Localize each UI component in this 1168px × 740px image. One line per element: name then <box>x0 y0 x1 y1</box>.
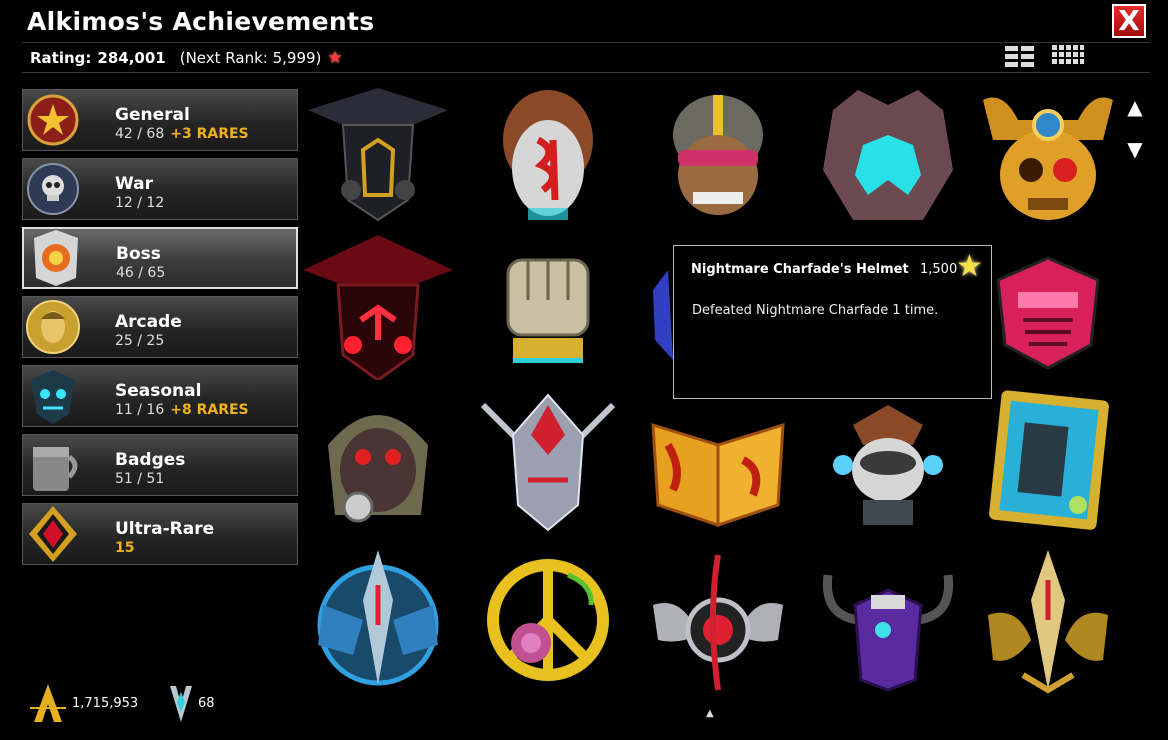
golden-peace-rose-icon <box>487 559 609 681</box>
rating-divider <box>22 72 1150 73</box>
arcade-category-icon <box>23 297 87 357</box>
dark-knight-helmet-icon <box>308 88 448 222</box>
star-icon: ★ <box>956 249 983 284</box>
category-count: 46 / 65 <box>116 265 166 281</box>
achievement-tile[interactable] <box>968 230 1128 380</box>
rank-star-icon: ★ <box>327 48 343 68</box>
rating-value: 284,001 <box>97 49 166 67</box>
category-name: Badges <box>115 450 186 470</box>
golden-skull-icon <box>983 97 1113 220</box>
rares-badge: +8 RARES <box>170 402 249 418</box>
category-seasonal[interactable]: Seasonal 11 / 16 +8 RARES <box>22 365 298 427</box>
boss-category-icon <box>24 229 88 287</box>
category-war[interactable]: War 12 / 12 <box>22 158 298 220</box>
next-rank: (Next Rank: 5,999) <box>179 49 322 67</box>
scroll-up-button[interactable]: ▲ <box>1122 94 1148 120</box>
achievement-tile[interactable] <box>468 545 628 695</box>
category-count: 42 / 68 +3 RARES <box>115 126 249 142</box>
grid-view-icon <box>1052 45 1084 64</box>
achievement-tile[interactable] <box>638 80 798 230</box>
cyber-hero-icon <box>833 405 943 525</box>
ultra-rare-logo-icon <box>170 686 192 722</box>
category-name: War <box>115 174 154 194</box>
rating-row: Rating: 284,001 (Next Rank: 5,999) ★ <box>30 48 343 68</box>
category-boss[interactable]: Boss 46 / 65 <box>22 227 298 289</box>
list-view-button[interactable] <box>1004 44 1036 70</box>
achievement-tile[interactable] <box>298 230 458 380</box>
ultra-total-value: 68 <box>198 695 215 711</box>
category-count: 51 / 51 <box>115 471 165 487</box>
list-view-icon <box>1005 46 1034 67</box>
tooltip-points: 1,500 <box>920 262 958 277</box>
achievement-tile[interactable] <box>638 385 798 535</box>
close-button[interactable]: X <box>1112 4 1146 38</box>
achievement-tile[interactable] <box>638 545 798 695</box>
category-ultra-rare[interactable]: Ultra-Rare 15 <box>22 503 298 565</box>
ac-logo-icon <box>30 684 66 722</box>
category-count: 11 / 16 +8 RARES <box>115 402 249 418</box>
achievement-tile[interactable] <box>298 80 458 230</box>
tooltip-description: Defeated Nightmare Charfade 1 time. <box>692 303 939 318</box>
achievement-tile[interactable] <box>808 545 968 695</box>
red-tribal-mask-icon <box>503 90 593 220</box>
category-badges[interactable]: Badges 51 / 51 <box>22 434 298 496</box>
war-category-icon <box>23 159 87 219</box>
general-category-icon <box>23 90 87 150</box>
scroll-down-button[interactable]: ▼ <box>1122 136 1148 162</box>
tech-tablet-icon <box>989 390 1109 530</box>
achievement-tile[interactable] <box>468 385 628 535</box>
silver-horned-mask-icon <box>480 393 616 532</box>
achievement-tile[interactable] <box>808 385 968 535</box>
title-divider <box>22 42 1150 43</box>
stone-fist-icon <box>506 258 590 363</box>
flaming-book-icon <box>651 422 785 528</box>
pink-robot-helm-icon <box>996 256 1100 370</box>
category-name: Seasonal <box>115 381 202 401</box>
achievement-tile[interactable] <box>298 385 458 535</box>
cyan-crystal-demon-icon <box>823 90 953 220</box>
achievement-tile[interactable] <box>468 230 628 380</box>
achievement-tile[interactable] <box>968 385 1128 535</box>
category-name: General <box>115 105 190 125</box>
goggled-warrior-icon <box>673 95 763 215</box>
ice-dragon-crest-icon <box>317 550 439 686</box>
category-general[interactable]: General 42 / 68 +3 RARES <box>22 89 298 151</box>
winged-blade-icon <box>653 554 783 691</box>
ultra-total: 68 <box>168 682 215 724</box>
arrow-down-icon: ▼ <box>1127 137 1143 161</box>
title-bar: Alkimos's Achievements X <box>0 0 1168 44</box>
category-name: Arcade <box>115 312 182 332</box>
purple-horned-helm-icon <box>822 574 954 692</box>
category-count: 12 / 12 <box>115 195 165 211</box>
category-count: 25 / 25 <box>115 333 165 349</box>
category-arcade[interactable]: Arcade 25 / 25 <box>22 296 298 358</box>
arrow-up-icon: ▲ <box>1127 95 1143 119</box>
achievement-tile[interactable] <box>298 545 458 695</box>
category-list: General 42 / 68 +3 RARES War 12 / 12 Boss… <box>22 89 298 572</box>
hooded-gas-mask-icon <box>328 415 428 523</box>
ultra-rare-category-icon <box>23 504 87 564</box>
ac-total-value: 1,715,953 <box>72 695 139 711</box>
ac-total: 1,715,953 <box>28 682 138 724</box>
achievement-tile[interactable] <box>968 545 1128 695</box>
achievement-tile[interactable] <box>968 80 1128 230</box>
rating-label: Rating: <box>30 49 92 67</box>
seasonal-category-icon <box>23 366 87 426</box>
category-name: Boss <box>116 244 161 264</box>
tooltip-title: Nightmare Charfade's Helmet <box>691 262 909 277</box>
nightmare-charfade-helmet-icon <box>303 235 453 380</box>
rares-badge: +3 RARES <box>170 126 249 142</box>
golden-dragon-crest-icon <box>988 550 1108 694</box>
achievement-tile[interactable] <box>468 80 628 230</box>
achievement-tooltip: 1,500 Nightmare Charfade's Helmet ★ Defe… <box>673 245 992 399</box>
category-count: 15 <box>115 540 135 556</box>
achievement-tile[interactable] <box>808 80 968 230</box>
category-name: Ultra-Rare <box>115 519 215 539</box>
grid-view-button[interactable] <box>1052 44 1084 70</box>
badges-category-icon <box>23 435 87 495</box>
cursor-marker-icon: ▲ <box>706 708 714 719</box>
window-title: Alkimos's Achievements <box>27 7 375 36</box>
